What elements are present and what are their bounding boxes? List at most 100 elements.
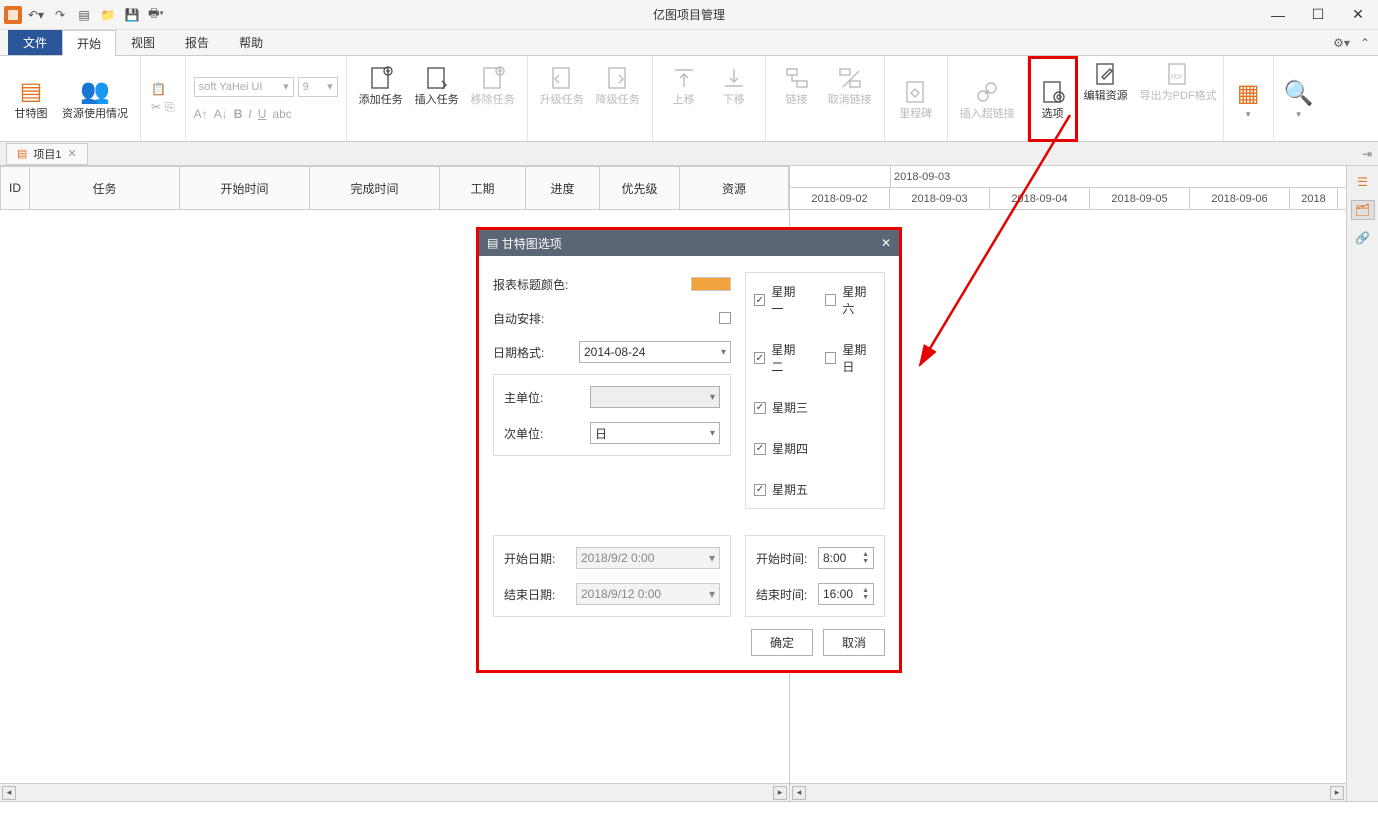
edit-resource-button[interactable]: 编辑资源 <box>1078 56 1134 105</box>
print-icon[interactable]: 🖶▾ <box>146 5 166 25</box>
maximize-button[interactable]: ☐ <box>1298 0 1338 30</box>
date-cell[interactable]: 2018-09-03 <box>890 188 990 209</box>
doc-tab-1[interactable]: ▤ 项目1 ✕ <box>6 143 88 165</box>
sidetool-2[interactable]: 🗂 <box>1351 200 1375 220</box>
menu-start[interactable]: 开始 <box>62 30 116 56</box>
date-cell[interactable]: 2018-09-04 <box>990 188 1090 209</box>
header-color-swatch[interactable] <box>691 277 731 291</box>
col-priority[interactable]: 优先级 <box>600 166 680 210</box>
weekday-wed[interactable]: ✓星期三 <box>754 399 808 416</box>
link-button[interactable]: 链接 <box>772 60 822 109</box>
close-button[interactable]: ✕ <box>1338 0 1378 30</box>
move-up-button[interactable]: 上移 <box>659 60 709 109</box>
export-pdf-button[interactable]: PDF导出为PDF格式 <box>1134 56 1223 105</box>
sidetool-1[interactable]: ☰ <box>1351 172 1375 192</box>
open-icon[interactable]: 📁 <box>98 5 118 25</box>
minor-unit-combo[interactable]: 日▾ <box>590 422 720 444</box>
remove-task-button[interactable]: 移除任务 <box>465 60 521 109</box>
col-resource[interactable]: 资源 <box>680 166 789 210</box>
font-name-combo[interactable]: soft YaHei UI▾ <box>194 77 294 97</box>
weekday-thu[interactable]: ✓星期四 <box>754 440 808 457</box>
move-down-icon <box>721 62 747 94</box>
move-up-icon <box>671 62 697 94</box>
weekday-fri[interactable]: ✓星期五 <box>754 481 808 498</box>
checkbox-icon <box>825 352 836 364</box>
menu-file[interactable]: 文件 <box>8 30 62 55</box>
gantt-hscroll[interactable]: ◂ ▸ <box>790 783 1346 801</box>
unit-fieldset: 主单位: ▾ 次单位: 日▾ <box>493 374 731 456</box>
hyperlink-button[interactable]: 插入超链接 <box>954 74 1021 123</box>
milestone-button[interactable]: 里程碑 <box>891 74 941 123</box>
insert-task-button[interactable]: 插入任务 <box>409 60 465 109</box>
table-hscroll[interactable]: ◂ ▸ <box>0 783 789 801</box>
weekday-mon[interactable]: ✓星期一 <box>754 283 805 317</box>
scroll-right-icon[interactable]: ▸ <box>773 786 787 800</box>
weekday-sat[interactable]: 星期六 <box>825 283 876 317</box>
font-size-combo[interactable]: 9▾ <box>298 77 338 97</box>
ok-button[interactable]: 确定 <box>751 629 813 656</box>
font-grow-icon[interactable]: A↑ <box>194 107 208 121</box>
ribbon-group-clipboard: 📋 ✂ ⎘ <box>141 56 186 141</box>
date-cell[interactable]: 2018-09-02 <box>790 188 890 209</box>
font-shrink-icon[interactable]: A↓ <box>214 107 228 121</box>
date-format-combo[interactable]: 2014-08-24▾ <box>579 341 731 363</box>
insert-task-icon <box>424 62 450 94</box>
end-date-input[interactable]: 2018/9/12 0:00▾ <box>576 583 720 605</box>
redo-icon[interactable]: ↷ <box>50 5 70 25</box>
downgrade-task-button[interactable]: 降级任务 <box>590 60 646 109</box>
new-icon[interactable]: ▤ <box>74 5 94 25</box>
col-end[interactable]: 完成时间 <box>310 166 440 210</box>
underline-icon[interactable]: U <box>258 107 267 121</box>
italic-icon[interactable]: I <box>248 107 251 121</box>
close-tab-icon[interactable]: ✕ <box>68 147 77 160</box>
major-unit-combo[interactable]: ▾ <box>590 386 720 408</box>
field-date-format: 日期格式: 2014-08-24▾ <box>493 340 731 364</box>
date-cell[interactable]: 2018 <box>1290 188 1338 209</box>
date-cell[interactable]: 2018-09-06 <box>1190 188 1290 209</box>
col-task[interactable]: 任务 <box>30 166 180 210</box>
ribbon-extra1-button[interactable]: ▦▾ <box>1223 75 1273 122</box>
scroll-left-icon[interactable]: ◂ <box>2 786 16 800</box>
menu-report[interactable]: 报告 <box>170 30 224 55</box>
resource-usage-button[interactable]: 👥 资源使用情况 <box>56 74 134 123</box>
settings-icon[interactable]: ⚙▾ <box>1333 36 1350 50</box>
start-date-input[interactable]: 2018/9/2 0:00▾ <box>576 547 720 569</box>
col-id[interactable]: ID <box>0 166 30 210</box>
upgrade-task-button[interactable]: 升级任务 <box>534 60 590 109</box>
end-time-spinner[interactable]: 16:00▲▼ <box>818 583 874 605</box>
menu-view[interactable]: 视图 <box>116 30 170 55</box>
save-icon[interactable]: 💾 <box>122 5 142 25</box>
start-time-spinner[interactable]: 8:00▲▼ <box>818 547 874 569</box>
col-start[interactable]: 开始时间 <box>180 166 310 210</box>
col-progress[interactable]: 进度 <box>526 166 600 210</box>
minimize-button[interactable]: — <box>1258 0 1298 30</box>
bold-icon[interactable]: B <box>234 107 243 121</box>
unlink-button[interactable]: 取消链接 <box>822 60 878 109</box>
scroll-right-icon[interactable]: ▸ <box>1330 786 1344 800</box>
options-button[interactable]: 选项 <box>1028 56 1078 142</box>
cut-icon[interactable]: ✂ <box>151 100 161 115</box>
pin-icon[interactable]: ⇥ <box>1362 147 1372 161</box>
move-down-button[interactable]: 下移 <box>709 60 759 109</box>
gantt-button[interactable]: ▤ 甘特图 <box>6 74 56 123</box>
weekday-tue[interactable]: ✓星期二 <box>754 341 805 375</box>
undo-icon[interactable]: ↶▾ <box>26 5 46 25</box>
cancel-button[interactable]: 取消 <box>823 629 885 656</box>
date-cell[interactable]: 2018-09-05 <box>1090 188 1190 209</box>
menu-help[interactable]: 帮助 <box>224 30 278 55</box>
paste-icon[interactable]: 📋 <box>151 82 175 96</box>
copy-icon[interactable]: ⎘ <box>165 100 175 115</box>
ribbon-extra2-button[interactable]: 🔍▾ <box>1274 75 1324 122</box>
weekday-sun[interactable]: 星期日 <box>825 341 876 375</box>
menubar-right: ⚙▾ ⌃ <box>1333 30 1370 55</box>
add-task-button[interactable]: 添加任务 <box>353 60 409 109</box>
collapse-ribbon-icon[interactable]: ⌃ <box>1360 36 1370 50</box>
col-duration[interactable]: 工期 <box>440 166 526 210</box>
dialog-titlebar[interactable]: ▤ 甘特图选项 ✕ <box>479 230 899 256</box>
sidetool-3[interactable]: 🔗 <box>1351 228 1375 248</box>
dialog-close-icon[interactable]: ✕ <box>881 236 891 250</box>
strike-icon[interactable]: abc <box>272 107 291 121</box>
auto-arrange-checkbox[interactable] <box>719 312 731 324</box>
app-icon[interactable] <box>4 6 22 24</box>
scroll-left-icon[interactable]: ◂ <box>792 786 806 800</box>
